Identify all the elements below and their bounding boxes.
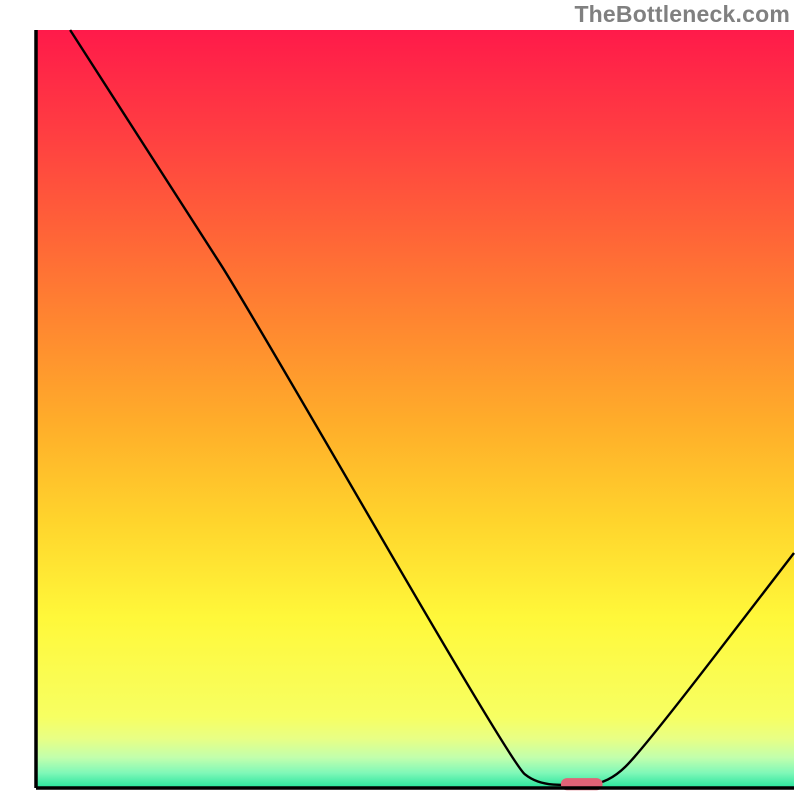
plot-background [36,30,794,788]
chart-container: TheBottleneck.com [0,0,800,800]
chart-svg [0,0,800,800]
watermark-text: TheBottleneck.com [574,1,790,28]
